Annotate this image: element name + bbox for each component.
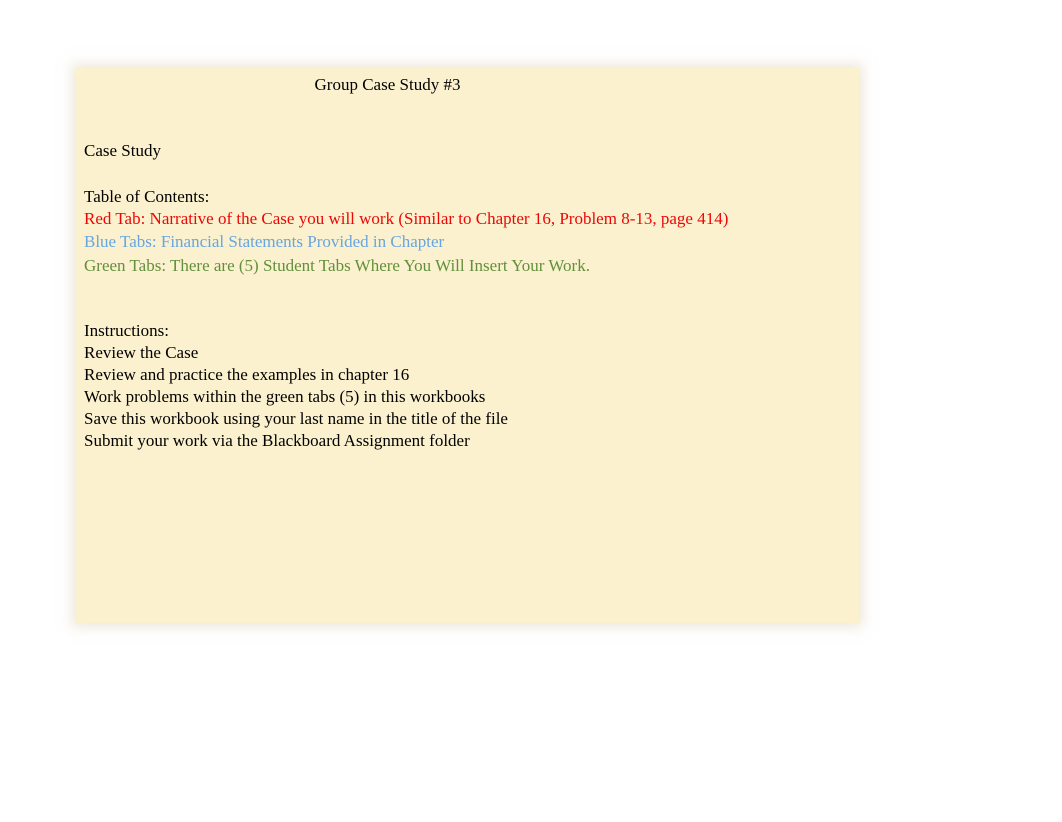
instruction-line: Save this workbook using your last name … [84, 409, 851, 429]
instruction-line: Submit your work via the Blackboard Assi… [84, 431, 851, 451]
case-study-heading: Case Study [84, 141, 851, 161]
document-card: Group Case Study #3 Case Study Table of … [76, 68, 859, 623]
toc-green-tab: Green Tabs: There are (5) Student Tabs W… [84, 256, 851, 276]
toc-red-tab: Red Tab: Narrative of the Case you will … [84, 209, 851, 229]
toc-heading: Table of Contents: [84, 187, 851, 207]
instruction-line: Work problems within the green tabs (5) … [84, 387, 851, 407]
instruction-line: Review and practice the examples in chap… [84, 365, 851, 385]
instruction-line: Review the Case [84, 343, 851, 363]
toc-blue-tab: Blue Tabs: Financial Statements Provided… [84, 232, 851, 252]
document-title: Group Case Study #3 [0, 75, 851, 95]
instructions-heading: Instructions: [84, 321, 851, 341]
